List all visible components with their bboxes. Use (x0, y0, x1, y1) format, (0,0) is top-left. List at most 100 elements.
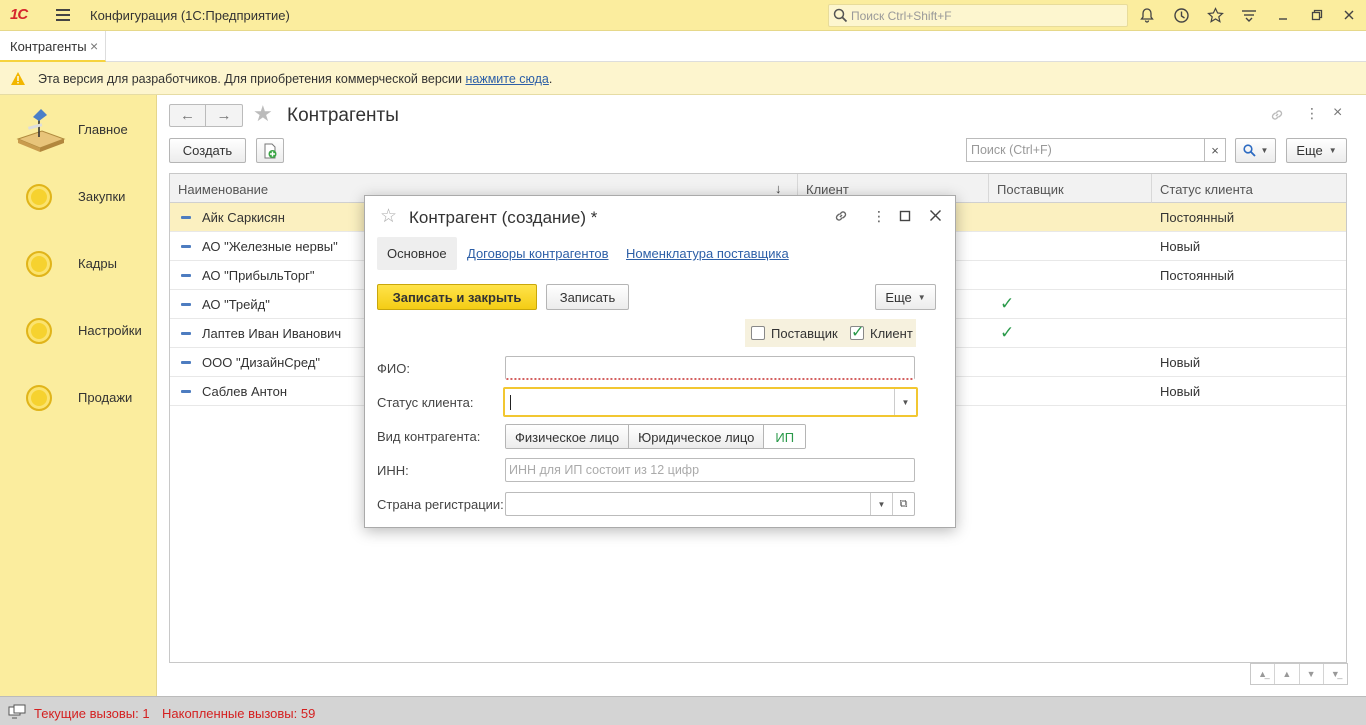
sidebar-item-sales[interactable]: Продажи (0, 373, 157, 423)
more-vertical-icon[interactable]: ⋮ (872, 208, 886, 225)
close-icon[interactable] (1340, 6, 1358, 24)
sidebar-item-label: Продажи (78, 390, 133, 405)
kind-option-legal-entity[interactable]: Юридическое лицо (629, 425, 765, 448)
more-label: Еще (1296, 143, 1323, 158)
notice-message: Эта версия для разработчиков. Для приобр… (38, 72, 466, 86)
cell-name: АО "Трейд" (202, 297, 270, 312)
more-button[interactable]: Еще ▼ (1286, 138, 1347, 163)
list-search-input[interactable]: Поиск (Ctrl+F) (966, 138, 1205, 162)
settings-menu-icon[interactable] (1240, 6, 1258, 24)
kind-option-ip[interactable]: ИП (764, 425, 806, 448)
fio-field[interactable] (505, 356, 915, 380)
global-search-placeholder: Поиск Ctrl+Shift+F (851, 9, 952, 23)
open-tabs-bar: Контрагенты × (0, 31, 1366, 62)
tab-close-icon[interactable]: × (90, 38, 98, 54)
notice-suffix: . (548, 72, 553, 86)
developer-version-notice: Эта версия для разработчиков. Для приобр… (0, 62, 1366, 95)
back-arrow-icon[interactable]: ← (170, 105, 206, 126)
search-options-button[interactable]: ▼ (1235, 138, 1276, 163)
item-icon (181, 332, 191, 335)
circle-icon (26, 318, 52, 344)
dropdown-arrow-icon: ▼ (1260, 146, 1269, 155)
main-menu-icon[interactable] (56, 9, 70, 21)
app-title: Конфигурация (1С:Предприятие) (90, 8, 290, 23)
cell-name: АО "Железные нервы" (202, 239, 338, 254)
sidebar-item-staff[interactable]: Кадры (0, 239, 157, 289)
scroll-up-icon[interactable]: ▲ (1275, 664, 1300, 684)
minimize-icon[interactable] (1274, 6, 1292, 24)
notice-text: Эта версия для разработчиков. Для приобр… (38, 72, 552, 86)
sidebar-item-label: Главное (78, 122, 128, 137)
tab-main[interactable]: Основное (377, 237, 457, 270)
history-icon[interactable] (1172, 6, 1190, 24)
sidebar-item-purchases[interactable]: Закупки (0, 172, 157, 222)
circle-icon (26, 385, 52, 411)
search-icon (1242, 144, 1256, 157)
save-button[interactable]: Записать (546, 284, 629, 310)
more-vertical-icon[interactable]: ⋮ (1305, 105, 1319, 122)
country-field[interactable]: ▼ ⧉ (505, 492, 915, 516)
dropdown-arrow-icon[interactable]: ▼ (870, 493, 892, 515)
sidebar-item-main[interactable]: Главное (0, 105, 157, 155)
column-header-supplier[interactable]: Поставщик (989, 174, 1152, 203)
cell-status: Новый (1160, 239, 1201, 254)
tab-contracts[interactable]: Договоры контрагентов (457, 237, 619, 270)
current-calls: Текущие вызовы: 1 (34, 706, 150, 721)
restore-icon[interactable] (1308, 6, 1326, 24)
tab-label: Контрагенты (10, 39, 87, 54)
dialog-close-icon[interactable] (929, 209, 942, 225)
dialog-more-button[interactable]: Еще ▼ (875, 284, 936, 310)
favorites-star-icon[interactable] (1206, 6, 1224, 24)
form-close-icon[interactable]: × (1333, 104, 1342, 122)
dropdown-arrow-icon: ▼ (1328, 146, 1337, 155)
item-icon (181, 274, 191, 277)
cell-status: Постоянный (1160, 210, 1235, 225)
client-checkbox[interactable] (850, 322, 864, 342)
favorite-star-icon[interactable]: ★ (253, 103, 273, 125)
country-label: Страна регистрации: (377, 497, 504, 512)
link-icon[interactable] (1269, 107, 1285, 126)
supplier-checkbox-label: Поставщик (771, 326, 838, 341)
link-icon[interactable] (833, 208, 849, 227)
scroll-top-icon[interactable]: ▲̲ (1251, 664, 1276, 684)
table-scroll-controls: ▲̲ ▲ ▼ ▼̲ (1250, 663, 1348, 685)
fio-label: ФИО: (377, 361, 410, 376)
forward-arrow-icon[interactable]: → (206, 105, 242, 126)
save-and-close-button[interactable]: Записать и закрыть (377, 284, 537, 310)
supplier-checkbox[interactable] (751, 326, 765, 340)
kind-option-individual[interactable]: Физическое лицо (506, 425, 630, 448)
server-calls-icon[interactable] (8, 704, 26, 719)
kontragent-kind-label: Вид контрагента: (377, 429, 481, 444)
copy-document-button[interactable] (256, 138, 284, 163)
create-button[interactable]: Создать (169, 138, 246, 163)
cell-name: АО "ПрибыльТорг" (202, 268, 315, 283)
inn-field[interactable]: ИНН для ИП состоит из 12 цифр (505, 458, 915, 482)
supplier-check-icon: ✓ (1000, 323, 1015, 342)
sidebar-item-settings[interactable]: Настройки (0, 306, 157, 356)
status-bar: Текущие вызовы: 1 Накопленные вызовы: 59 (0, 696, 1366, 725)
column-header-status[interactable]: Статус клиента (1152, 174, 1346, 203)
top-bar: 1С Конфигурация (1С:Предприятие) Поиск C… (0, 0, 1366, 31)
item-icon (181, 303, 191, 306)
search-clear-icon[interactable]: × (1204, 138, 1226, 162)
client-status-field[interactable]: ▼ (503, 387, 918, 417)
supplier-check-icon: ✓ (1000, 294, 1015, 313)
open-form-icon[interactable]: ⧉ (892, 493, 914, 515)
scroll-down-icon[interactable]: ▼ (1300, 664, 1324, 684)
purchase-link[interactable]: нажмите сюда (465, 72, 548, 86)
add-document-icon (264, 143, 277, 158)
scroll-bottom-icon[interactable]: ▼̲ (1324, 664, 1347, 684)
dropdown-arrow-icon[interactable]: ▼ (894, 389, 916, 415)
favorite-star-icon[interactable]: ☆ (380, 207, 397, 226)
bell-icon[interactable] (1138, 6, 1156, 24)
circle-icon (26, 251, 52, 277)
sidebar-item-label: Настройки (78, 323, 142, 338)
accumulated-calls: Накопленные вызовы: 59 (162, 706, 316, 721)
global-search-input[interactable]: Поиск Ctrl+Shift+F (828, 4, 1128, 27)
page-title: Контрагенты (287, 105, 399, 126)
kontragent-kind-selector: Физическое лицо Юридическое лицо ИП (505, 424, 807, 449)
column-label: Наименование (178, 182, 269, 197)
tab-supplier-nomenclature[interactable]: Номенклатура поставщика (616, 237, 799, 270)
maximize-icon[interactable] (899, 209, 911, 225)
tab-kontragenty[interactable]: Контрагенты × (0, 31, 106, 62)
